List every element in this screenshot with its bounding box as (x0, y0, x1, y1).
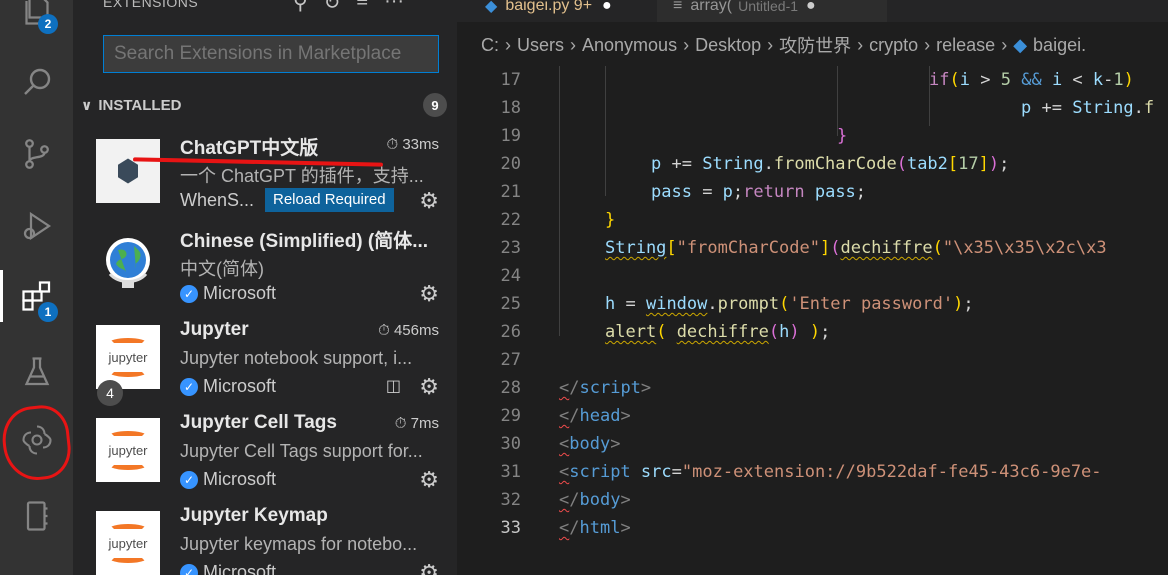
clock-icon: ⏱ (394, 415, 411, 432)
verified-publisher-icon: ✓ (180, 284, 198, 303)
activation-time: ⏱ 456ms (378, 322, 439, 339)
jupyter-logo-icon: jupyter (96, 418, 160, 482)
extensions-sidebar: EXTENSIONS ⚲ ↻ ≡ ··· ∨ INSTALLED 9 ChatG… (73, 0, 457, 575)
editor-tabs: ◆ baigei.py 9+ ● ≡ array( Untitled-1 ● (457, 0, 1168, 22)
breadcrumb-item[interactable]: Desktop (695, 35, 761, 56)
breadcrumb-item[interactable]: baigei. (1033, 35, 1086, 56)
code-line: 29 </head> (500, 406, 631, 426)
globe-icon (96, 232, 160, 296)
split-view-icon[interactable]: ◫ (386, 376, 401, 396)
more-actions-icon[interactable]: ··· (384, 0, 404, 15)
extension-name: ChatGPT中文版 (180, 138, 319, 159)
activity-bar: 2 1 (0, 0, 74, 575)
extension-description: 一个 ChatGPT 的插件，支持... (180, 166, 424, 186)
unsaved-dot-icon: ● (602, 0, 612, 14)
search-icon[interactable] (0, 52, 73, 112)
breadcrumb: C: › Users › Anonymous › Desktop › 攻防世界 › cry… (457, 28, 1168, 62)
reload-required-button[interactable]: Reload Required (265, 188, 394, 212)
extensions-badge: 1 (38, 302, 58, 322)
extension-name: Chinese (Simplified) (简体... (180, 231, 429, 252)
extension-name: Jupyter (180, 319, 249, 340)
jupyter-logo-icon: jupyter (96, 325, 160, 389)
search-extensions-input[interactable] (103, 35, 439, 73)
extension-publisher: WhenS... (180, 190, 255, 210)
jupyter-logo-icon: jupyter (96, 511, 160, 575)
notebook-icon[interactable] (0, 486, 73, 546)
file-icon: ≡ (673, 0, 683, 14)
clock-icon: ⏱ (378, 322, 394, 339)
extension-item-chatgpt[interactable]: ChatGPT中文版 ⏱ 33ms 一个 ChatGPT 的插件，支持... W… (73, 124, 457, 217)
gear-icon[interactable]: ⚙ (419, 467, 439, 493)
code-line: 30 <body> (500, 434, 621, 454)
installed-count-badge: 9 (423, 93, 447, 117)
code-line: 28 </script> (500, 378, 652, 398)
sidebar-title: EXTENSIONS (103, 0, 199, 10)
clock-icon: ⏱ (386, 136, 403, 153)
clear-icon[interactable]: ≡ (356, 0, 368, 15)
code-line: 18 p += String.f (500, 98, 1155, 118)
installed-section-header[interactable]: ∨ INSTALLED 9 (81, 93, 449, 117)
extension-name: Jupyter Cell Tags (180, 412, 337, 433)
extension-publisher: ✓ Microsoft (180, 469, 276, 490)
breadcrumb-item[interactable]: Anonymous (582, 35, 677, 56)
code-line: 27 (500, 350, 521, 370)
extension-name: Jupyter Keymap (180, 505, 328, 526)
verified-publisher-icon: ✓ (180, 563, 198, 575)
code-line: 26 alert( dechiffre(h) ); (500, 322, 831, 342)
activation-time: ⏱ 7ms (394, 415, 439, 432)
section-label: INSTALLED (98, 96, 182, 114)
extension-item-jupyter[interactable]: jupyter 4 Jupyter ⏱ 456ms Jupyter notebo… (73, 310, 457, 406)
code-line: 23 String["fromCharCode"](dechiffre("\x35… (500, 238, 1107, 258)
extension-publisher: ✓ Microsoft (180, 562, 276, 575)
gear-icon[interactable]: ⚙ (419, 560, 439, 575)
extension-item-jupyter-keymap[interactable]: jupyter Jupyter Keymap Jupyter keymaps f… (73, 496, 457, 575)
extension-description: Jupyter notebook support, i... (180, 348, 413, 368)
code-line: 33 </html> (500, 518, 631, 538)
breadcrumb-item[interactable]: 攻防世界 (779, 32, 851, 58)
run-debug-icon[interactable] (0, 196, 73, 256)
filter-icon[interactable]: ⚲ (293, 0, 308, 15)
breadcrumb-item[interactable]: release (936, 35, 995, 56)
gear-icon[interactable]: ⚙ (419, 281, 439, 307)
code-line: 21 pass = p;return pass; (500, 182, 867, 202)
refresh-icon[interactable]: ↻ (324, 0, 341, 15)
sidebar-actions: ⚲ ↻ ≡ ··· (293, 0, 404, 15)
extensions-icon[interactable]: 1 (0, 266, 73, 326)
gear-icon[interactable]: ⚙ (419, 374, 439, 400)
extension-item-chinese[interactable]: Chinese (Simplified) (简体... 中文(简体) ✓ Micr… (73, 217, 457, 310)
gear-icon[interactable]: ⚙ (419, 188, 439, 214)
python-icon: ◆ (1013, 34, 1028, 55)
breadcrumb-item[interactable]: C: (481, 35, 499, 56)
code-line: 17 if(i > 5 && i < k-1) (500, 70, 1134, 90)
source-control-icon[interactable] (0, 124, 73, 184)
extension-description: 中文(简体) (180, 259, 264, 279)
extension-description: Jupyter keymaps for notebo... (180, 534, 418, 554)
unsaved-dot-icon: ● (806, 0, 816, 14)
code-line: 31 <script src="moz-extension://9b522daf-… (500, 462, 1102, 482)
testing-flask-icon[interactable] (0, 342, 73, 402)
tab-array-untitled[interactable]: ≡ array( Untitled-1 ● (657, 0, 887, 22)
editor-area: ◆ baigei.py 9+ ● ≡ array( Untitled-1 ● C… (457, 0, 1168, 575)
code-line: 25 h = window.prompt('Enter password'); (500, 294, 974, 314)
breadcrumb-item[interactable]: Users (517, 35, 564, 56)
activation-time: ⏱ 33ms (386, 136, 439, 153)
extension-item-jupyter-cell-tags[interactable]: jupyter Jupyter Cell Tags ⏱ 7ms Jupyter … (73, 403, 457, 496)
python-icon: ◆ (485, 0, 498, 15)
code-line: 32 </body> (500, 490, 631, 510)
code-line: 20 p += String.fromCharCode(tab2[17]); (500, 154, 1010, 174)
extension-description: Jupyter Cell Tags support for... (180, 441, 423, 461)
explorer-icon[interactable]: 2 (0, 0, 73, 40)
code-line: 22} (500, 210, 616, 230)
breadcrumb-item[interactable]: crypto (869, 35, 918, 56)
verified-publisher-icon: ✓ (180, 470, 198, 489)
extension-publisher: ✓ Microsoft (180, 283, 276, 304)
tab-baigei[interactable]: ◆ baigei.py 9+ ● (469, 0, 628, 22)
chevron-down-icon: ∨ (81, 96, 93, 113)
code-line: 24 (500, 266, 521, 286)
verified-publisher-icon: ✓ (180, 377, 198, 396)
explorer-badge: 2 (38, 14, 58, 34)
code-line: 19} (500, 126, 848, 146)
chatgpt-extension-icon (96, 139, 160, 203)
extension-publisher: ✓ Microsoft (180, 376, 276, 397)
